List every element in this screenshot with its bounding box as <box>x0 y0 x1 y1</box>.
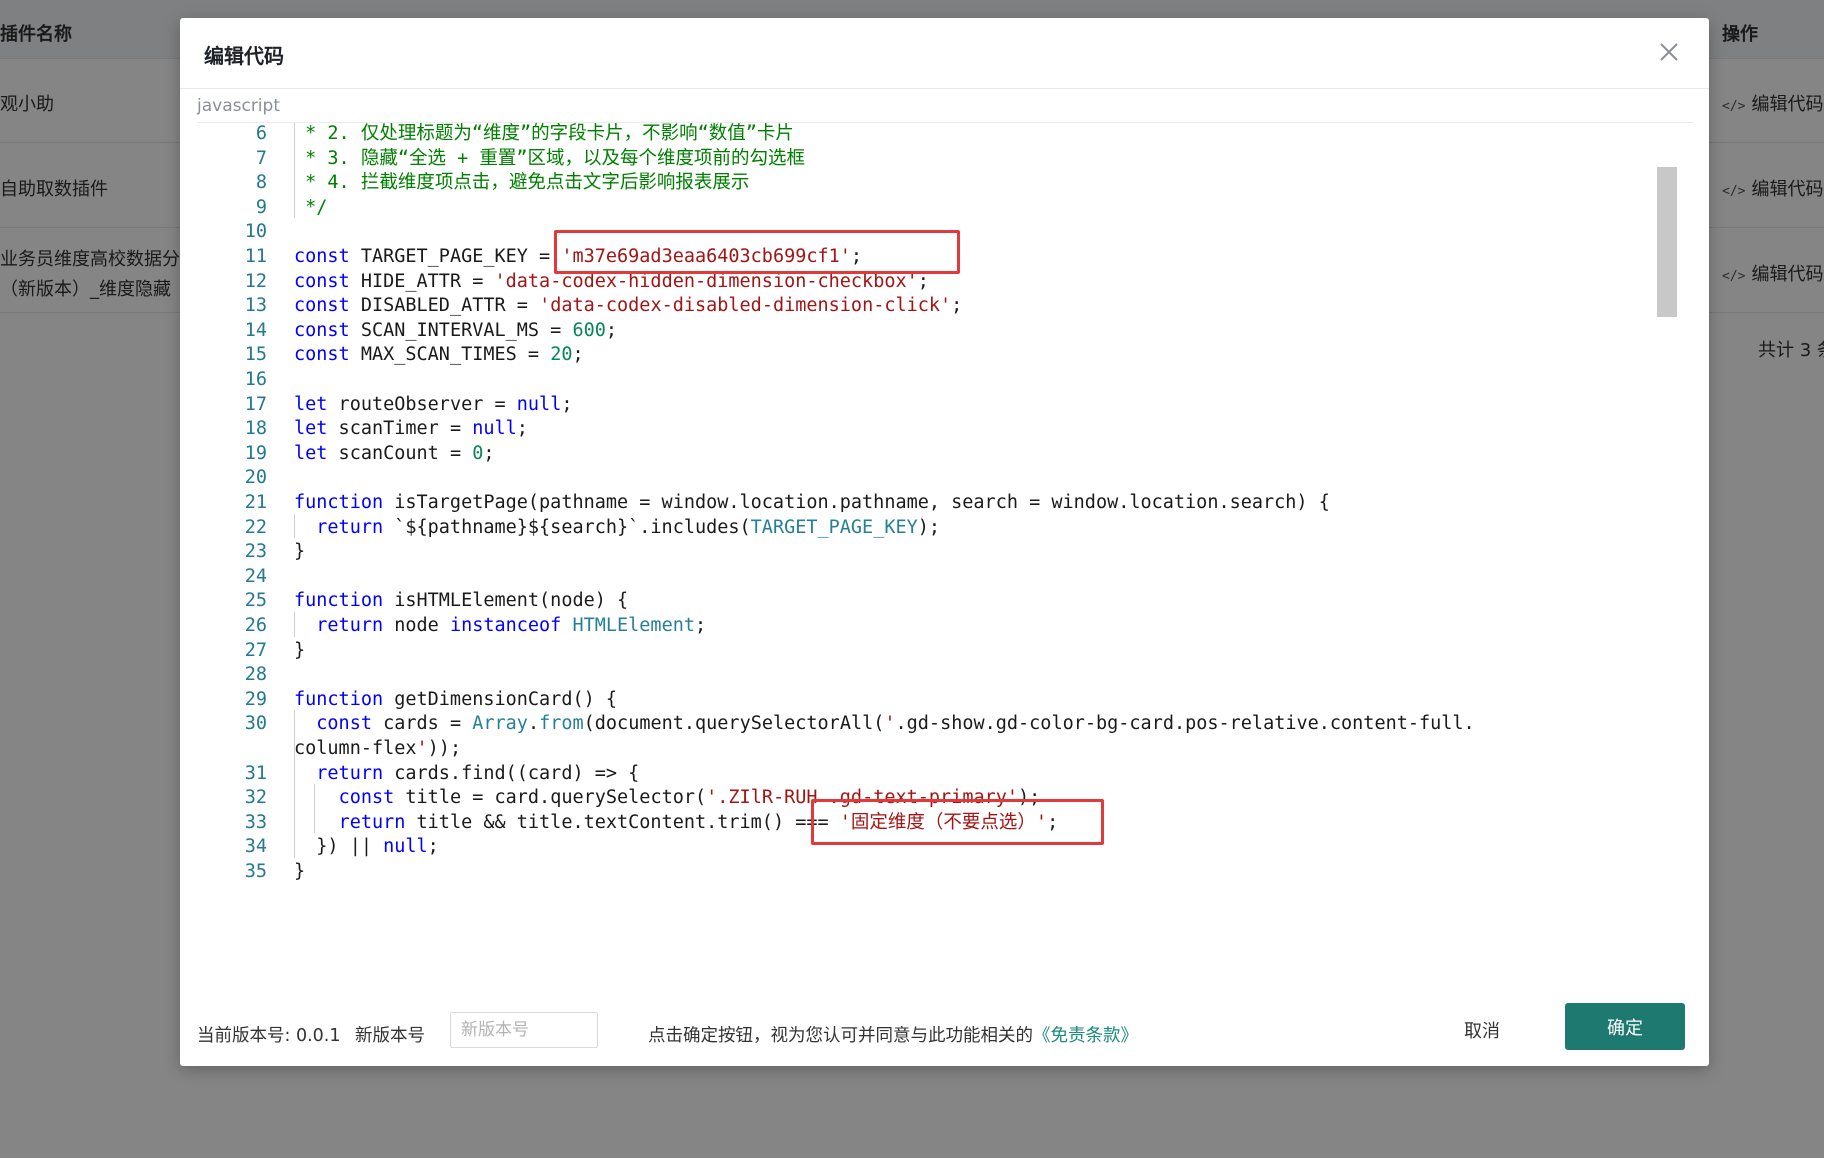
code-editor[interactable]: 6 * 2. 仅处理标题为“维度”的字段卡片，不影响“数值”卡片 7 * 3. 隐… <box>197 123 1693 993</box>
indent-guide <box>294 123 295 219</box>
confirm-button[interactable]: 确定 <box>1565 1003 1685 1050</box>
indent-guide <box>294 513 295 539</box>
code-text: } <box>294 861 306 882</box>
agreement-text: 点击确定按钮，视为您认可并同意与此功能相关的《免责条款》 <box>648 1026 1138 1046</box>
indent-guide <box>314 784 315 834</box>
edit-code-modal: 编辑代码 javascript 6 * 2. 仅处理标题为“维度”的字段卡片，不… <box>180 18 1709 1066</box>
close-icon[interactable] <box>1657 40 1681 64</box>
indent-guide <box>294 710 295 858</box>
cancel-button[interactable]: 取消 <box>1458 1016 1506 1044</box>
disclaimer-link[interactable]: 《免责条款》 <box>1033 1026 1138 1046</box>
language-label: javascript <box>197 96 280 116</box>
current-version-label: 当前版本号: 0.0.1 <box>197 1026 341 1046</box>
new-version-label: 新版本号 <box>355 1026 425 1046</box>
code-line: 35} <box>197 858 1657 886</box>
new-version-input[interactable] <box>450 1012 598 1048</box>
indent-guide <box>294 612 295 637</box>
line-number: 35 <box>244 861 267 882</box>
modal-title: 编辑代码 <box>204 44 284 68</box>
editor-scrollbar-thumb[interactable] <box>1657 167 1677 317</box>
modal-header: 编辑代码 <box>180 18 1709 89</box>
